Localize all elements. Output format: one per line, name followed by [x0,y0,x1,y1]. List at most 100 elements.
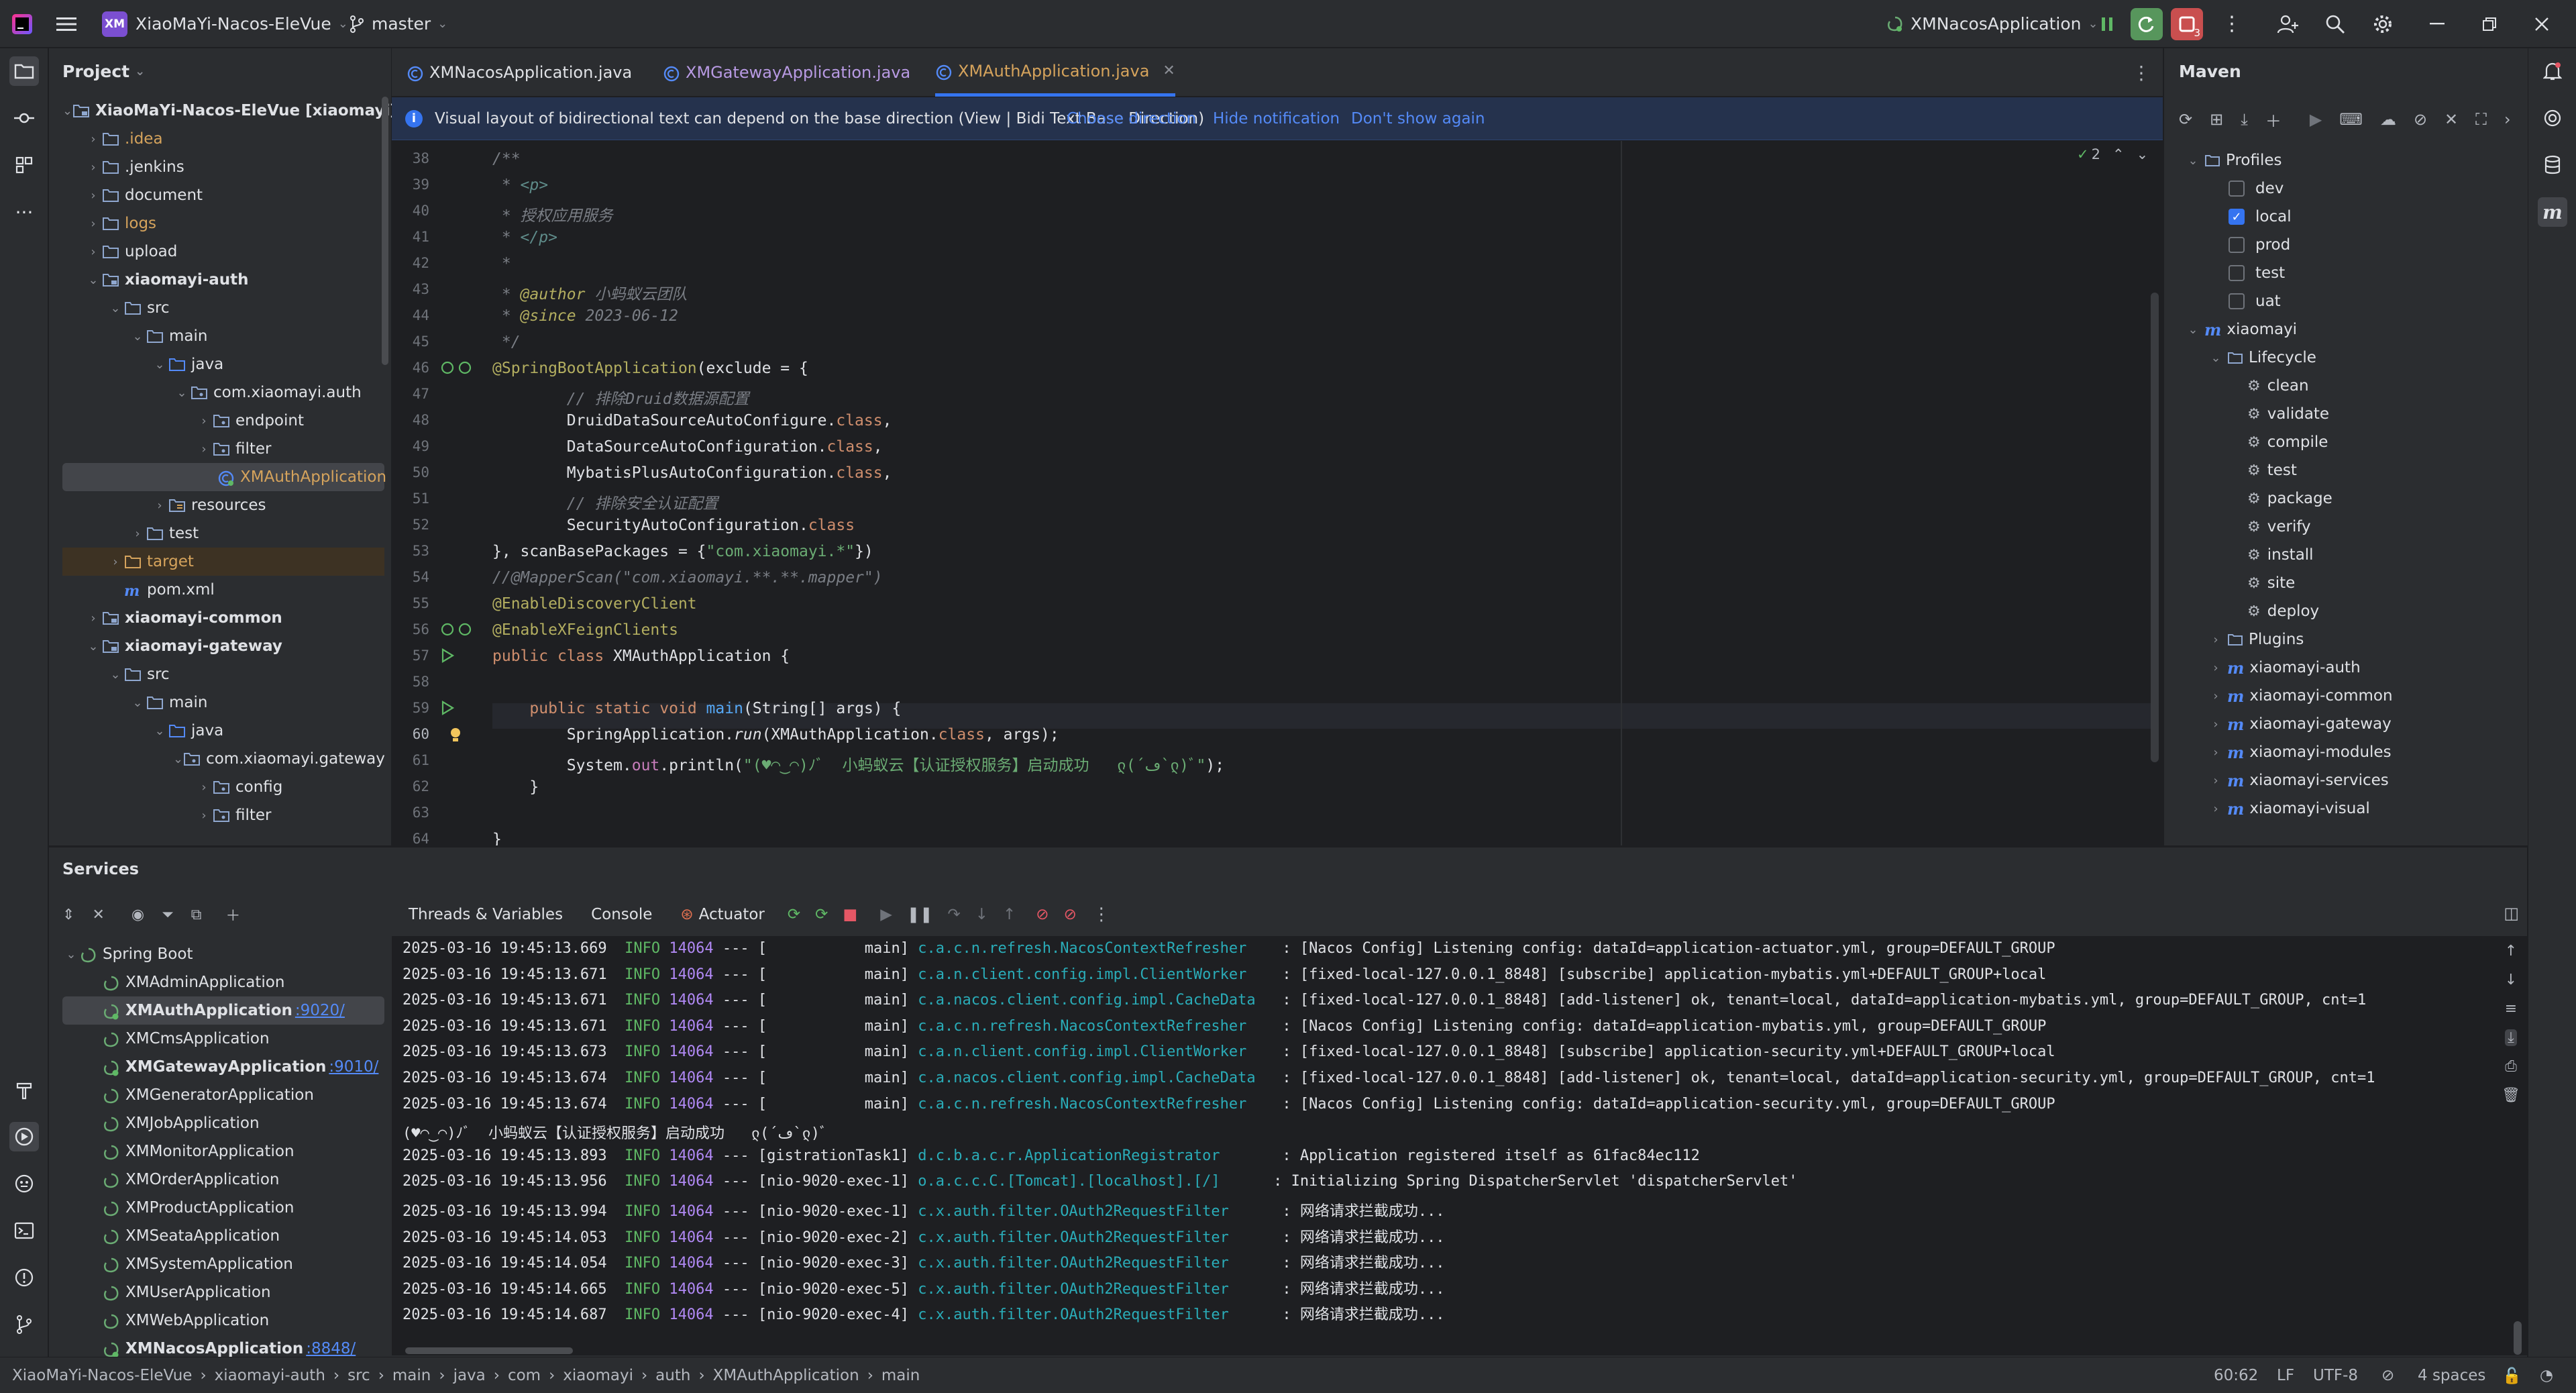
spring-boot-group[interactable]: ⌄ Spring Boot [62,940,384,968]
breadcrumb-item[interactable]: auth [655,1367,690,1384]
database-icon[interactable] [2538,150,2567,180]
console-vscrollbar[interactable] [2514,1321,2522,1355]
layout-icon[interactable]: ◫ [2504,904,2519,923]
tree-item[interactable]: ⌄ com.xiaomayi.gateway [62,745,385,773]
skip-tests-icon[interactable]: ⊘ [2414,110,2427,129]
scroll-to-end-icon[interactable]: ⤓ [2505,1029,2517,1046]
project-selector[interactable]: XM XiaoMaYi-Nacos-EleVue ⌄ [102,0,348,48]
tree-item[interactable]: › resources [62,491,384,519]
download-icon[interactable]: ⤓ [2241,110,2248,129]
step-into-icon[interactable]: ↓ [975,906,988,923]
service-item[interactable]: XMOrderApplication [62,1166,384,1194]
chevron-down-icon[interactable]: ⌄ [151,724,168,738]
service-port-link[interactable]: :8848/ [306,1340,356,1357]
chevron-right-icon[interactable]: › [2207,689,2224,703]
tab-xmnacosapplication[interactable]: XMNacosApplication.java [407,48,632,97]
maven-module-node[interactable]: › m xiaomayi-visual [2207,794,2369,823]
chevron-right-icon[interactable]: › [195,414,213,428]
line-separator[interactable]: LF [2277,1367,2294,1384]
add-user-icon[interactable] [2277,0,2298,48]
maven-module-node[interactable]: › m xiaomayi-common [2207,682,2392,710]
maven-icon[interactable]: m [2538,197,2567,227]
breadcrumb-item[interactable]: main [881,1367,920,1384]
notifications-bell-icon[interactable] [2538,56,2567,86]
ai-assistant-icon[interactable] [2538,103,2567,133]
pause-icon[interactable] [2100,0,2114,48]
project-panel-header[interactable]: Project ⌄ [62,62,145,81]
choose-direction-link[interactable]: Choose direction [1067,110,1196,127]
service-item[interactable]: XMGeneratorApplication [62,1081,384,1109]
chevron-right-icon[interactable]: › [85,160,102,174]
view-options-icon[interactable]: ◉ [131,907,144,923]
inspection-status-icon[interactable]: ◔ [2540,1367,2553,1384]
console-hscrollbar[interactable] [405,1347,573,1354]
more-tools-icon[interactable]: ··· [9,197,39,227]
profile-checkbox[interactable] [2229,180,2245,197]
service-item[interactable]: XMJobApplication [62,1109,384,1137]
profile-item[interactable]: uat [2229,287,2281,315]
tab-actuator[interactable]: Actuator [699,906,765,923]
tree-item[interactable]: ⌄ main [62,688,384,717]
settings-gear-icon[interactable] [2372,0,2394,48]
lifecycle-goal[interactable]: ⚙ verify [2247,513,2311,541]
stop-icon[interactable]: ■ [843,906,857,923]
maven-module-node[interactable]: › m xiaomayi-auth [2207,654,2360,682]
more-actions-icon[interactable]: ⋮ [2222,0,2242,48]
tree-item[interactable]: › .jenkins [62,153,384,181]
chevron-right-icon[interactable]: › [151,499,168,513]
breadcrumb-item[interactable]: java [453,1367,486,1384]
tree-item[interactable]: › target [62,548,384,576]
minimize-icon[interactable] [2430,0,2445,48]
tab-xmauthapplication[interactable]: XMAuthApplication.java ✕ [935,48,1175,97]
chevron-right-icon[interactable]: › [195,442,213,456]
pause-program-icon[interactable]: ❚❚ [907,906,933,923]
chevron-down-icon[interactable]: ⌄ [62,947,80,962]
chevron-down-icon[interactable]: ⌄ [85,639,102,654]
tree-item[interactable]: › upload [62,238,384,266]
tree-item[interactable]: › filter [62,801,384,829]
more-icon[interactable]: › [2504,110,2511,129]
soft-wrap-icon[interactable]: ≡ [2505,1000,2517,1017]
print-icon[interactable]: ⎙ [2505,1058,2517,1075]
tree-item[interactable]: ⌄ xiaomayi-auth [62,266,384,294]
service-item[interactable]: XMSeataApplication [62,1222,384,1250]
tree-item[interactable]: › .idea [62,125,384,153]
chevron-down-icon[interactable]: ⌄ [62,104,72,118]
tree-item[interactable]: › config [62,773,384,801]
chevron-right-icon[interactable]: › [85,611,102,625]
chevron-down-icon[interactable]: ⌄ [2184,154,2202,168]
chevron-down-icon[interactable]: ⌄ [2207,351,2224,365]
breakpoints-icon[interactable]: ⊘ [1036,906,1049,923]
reimport-icon[interactable]: ⊞ [2210,110,2223,129]
lifecycle-node[interactable]: ⌄ Lifecycle [2207,344,2316,372]
toggle-offline-icon[interactable]: ☁ [2380,110,2396,129]
readonly-lock-icon[interactable]: 🔓 [2502,1367,2522,1385]
chevron-down-icon[interactable]: ⌄ [151,358,168,372]
collapse-icon[interactable]: ✕ [2445,110,2458,129]
editor-scrollbar[interactable] [2151,293,2159,762]
tree-item[interactable]: › document [62,181,384,209]
spring-bean-icon[interactable] [440,360,474,376]
service-item[interactable]: XMAdminApplication [62,968,384,996]
tab-threads-variables[interactable]: Threads & Variables [409,906,563,923]
profile-checkbox[interactable] [2229,237,2245,253]
maven-module-node[interactable]: › m xiaomayi-modules [2207,738,2391,766]
tree-item[interactable]: › xiaomayi-common [62,604,384,632]
lifecycle-goal[interactable]: ⚙ site [2247,569,2295,597]
arrow-up-icon[interactable]: ↑ [2505,943,2517,960]
maven-module-node[interactable]: › m xiaomayi-services [2207,766,2388,794]
chevron-down-icon[interactable]: ⌄ [107,301,124,315]
resume-icon[interactable]: ▶ [880,906,892,923]
service-item[interactable]: XMCmsApplication [62,1025,384,1053]
breadcrumb-item[interactable]: main [392,1367,431,1384]
profile-item[interactable]: test [2229,259,2285,287]
search-icon[interactable] [2325,0,2345,48]
service-port-link[interactable]: :9020/ [295,1002,345,1019]
tree-item[interactable]: ⌄ main [62,322,384,350]
chevron-right-icon[interactable]: › [195,809,213,823]
hide-notification-link[interactable]: Hide notification [1213,110,1340,127]
chevron-right-icon[interactable]: › [2207,802,2224,816]
chevron-down-icon[interactable]: ⌄ [107,668,124,682]
profile-checkbox[interactable]: ✓ [2229,209,2245,225]
lifecycle-goal[interactable]: ⚙ validate [2247,400,2329,428]
